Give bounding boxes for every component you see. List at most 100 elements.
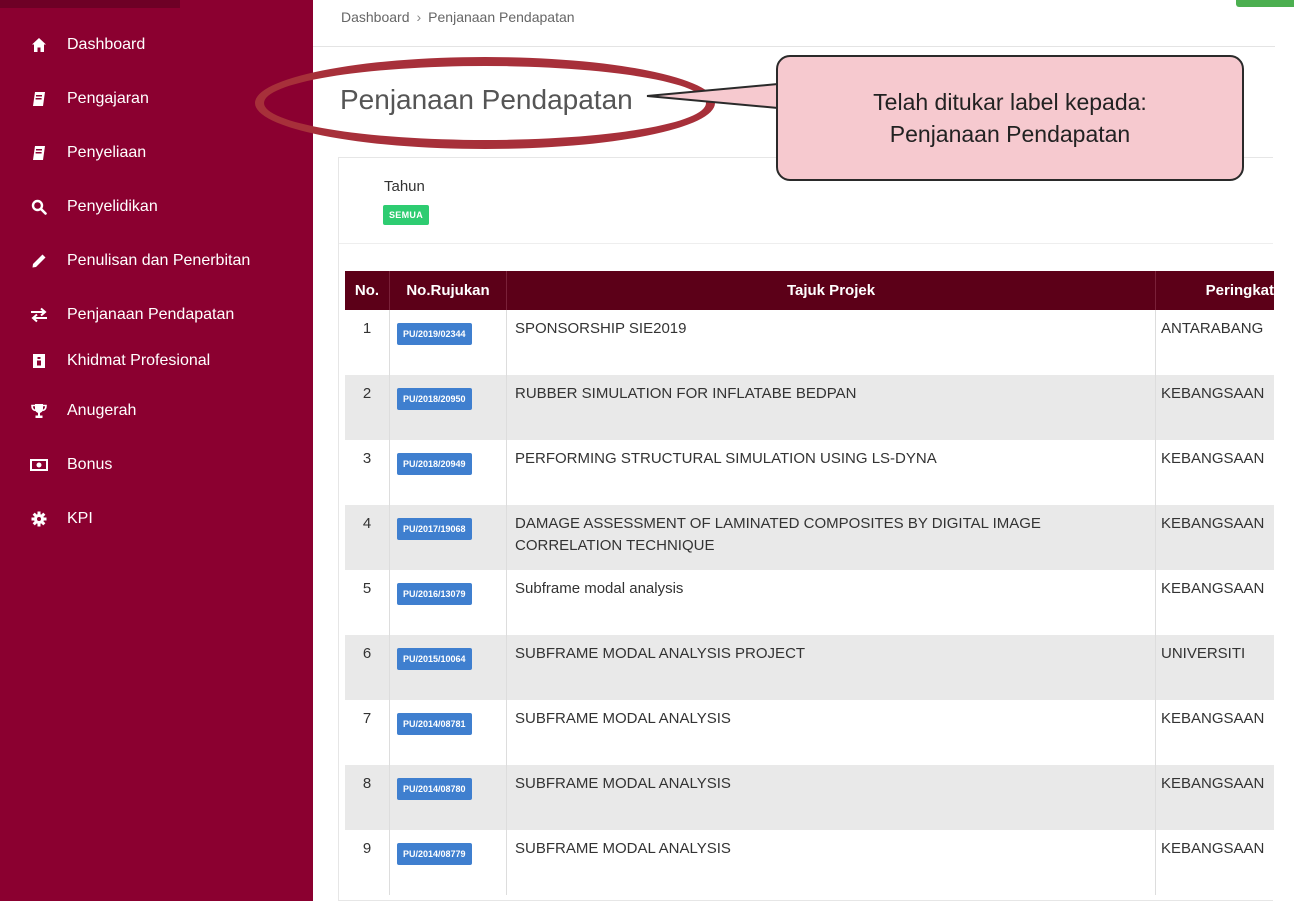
sidebar-item-penyeliaan[interactable]: Penyeliaan: [0, 126, 313, 180]
column-header-title[interactable]: Tajuk Projek: [507, 271, 1156, 310]
ref-badge[interactable]: PU/2014/08779: [397, 843, 472, 865]
sidebar-item-label: Penjanaan Pendapatan: [67, 306, 235, 323]
sidebar-item-label: Bonus: [67, 456, 113, 473]
table-row[interactable]: 2 PU/2018/20950 RUBBER SIMULATION FOR IN…: [345, 375, 1274, 440]
year-filter-badge[interactable]: SEMUA: [383, 205, 430, 225]
ref-cell: PU/2017/19068: [390, 505, 507, 570]
table-row[interactable]: 1 PU/2019/02344 SPONSORSHIP SIE2019 ANTA…: [345, 310, 1274, 375]
annotation-line-1: Telah ditukar label kepada:: [873, 89, 1147, 115]
header-divider: [313, 46, 1275, 47]
ref-badge[interactable]: PU/2019/02344: [397, 323, 472, 345]
sidebar-item-label: Penyelidikan: [67, 198, 158, 215]
ref-cell: PU/2018/20950: [390, 375, 507, 440]
project-title: SPONSORSHIP SIE2019: [507, 310, 1156, 375]
column-header-ref[interactable]: No.Rujukan: [390, 271, 507, 310]
ref-cell: PU/2016/13079: [390, 570, 507, 635]
sidebar-item-label: Khidmat Profesional: [67, 352, 211, 369]
row-number: 6: [345, 635, 390, 700]
breadcrumb: Dashboard › Penjanaan Pendapatan: [341, 9, 575, 25]
project-level: KEBANGSAAN: [1161, 710, 1265, 727]
sidebar-item-label: Penyeliaan: [67, 144, 147, 161]
project-title: Subframe modal analysis: [507, 570, 1156, 635]
row-number: 4: [345, 505, 390, 570]
sidebar-item-label: Dashboard: [67, 36, 146, 53]
breadcrumb-current: Penjanaan Pendapatan: [428, 9, 575, 25]
row-number: 9: [345, 830, 390, 895]
project-level: KEBANGSAAN: [1161, 775, 1265, 792]
sidebar-item-label: Pengajaran: [67, 90, 149, 107]
project-level: KEBANGSAAN: [1161, 840, 1265, 857]
annotation-pointer: [646, 83, 780, 109]
home-icon: [30, 36, 48, 54]
ref-cell: PU/2018/20949: [390, 440, 507, 505]
search-icon: [30, 198, 48, 216]
panel-divider: [339, 243, 1273, 244]
ref-cell: PU/2015/10064: [390, 635, 507, 700]
sidebar-header-bar: [0, 0, 180, 8]
project-title: RUBBER SIMULATION FOR INFLATABE BEDPAN: [507, 375, 1156, 440]
project-title: SUBFRAME MODAL ANALYSIS: [507, 830, 1156, 895]
pencil-icon: [30, 252, 48, 270]
row-number: 5: [345, 570, 390, 635]
sidebar-item-dashboard[interactable]: Dashboard: [0, 18, 313, 72]
ref-badge[interactable]: PU/2017/19068: [397, 518, 472, 540]
project-level: KEBANGSAAN: [1161, 385, 1265, 402]
sidebar: Dashboard Pengajaran Penyeliaan Penyelid…: [0, 0, 313, 901]
ref-badge[interactable]: PU/2016/13079: [397, 583, 472, 605]
sidebar-item-penyelidikan[interactable]: Penyelidikan: [0, 180, 313, 234]
row-number: 8: [345, 765, 390, 830]
book-icon: [30, 90, 48, 108]
trophy-icon: [30, 402, 48, 420]
id-badge-icon: [30, 352, 48, 370]
sidebar-item-penulisan[interactable]: Penulisan dan Penerbitan: [0, 234, 313, 288]
project-title: SUBFRAME MODAL ANALYSIS: [507, 700, 1156, 765]
row-number: 1: [345, 310, 390, 375]
exchange-icon: [30, 306, 48, 324]
ref-badge[interactable]: PU/2014/08780: [397, 778, 472, 800]
project-title: DAMAGE ASSESSMENT OF LAMINATED COMPOSITE…: [507, 505, 1156, 570]
ref-badge[interactable]: PU/2015/10064: [397, 648, 472, 670]
project-title: SUBFRAME MODAL ANALYSIS: [507, 765, 1156, 830]
money-icon: [30, 456, 48, 474]
table-row[interactable]: 5 PU/2016/13079 Subframe modal analysis …: [345, 570, 1274, 635]
table-row[interactable]: 4 PU/2017/19068 DAMAGE ASSESSMENT OF LAM…: [345, 505, 1274, 570]
sidebar-item-label: Penulisan dan Penerbitan: [67, 252, 251, 269]
ref-badge[interactable]: PU/2018/20950: [397, 388, 472, 410]
sidebar-item-anugerah[interactable]: Anugerah: [0, 384, 313, 438]
annotation-line-2: Penjanaan Pendapatan: [889, 121, 1131, 147]
column-header-level[interactable]: Peringkat: [1156, 271, 1274, 310]
sidebar-item-kpi[interactable]: KPI: [0, 492, 313, 546]
table-row[interactable]: 8 PU/2014/08780 SUBFRAME MODAL ANALYSIS …: [345, 765, 1274, 830]
ref-badge[interactable]: PU/2018/20949: [397, 453, 472, 475]
ref-cell: PU/2014/08781: [390, 700, 507, 765]
table-header: No. No.Rujukan Tajuk Projek Peringkat: [345, 271, 1274, 310]
project-title: PERFORMING STRUCTURAL SIMULATION USING L…: [507, 440, 1156, 505]
ref-badge[interactable]: PU/2014/08781: [397, 713, 472, 735]
project-level: KEBANGSAAN: [1161, 515, 1265, 532]
table-row[interactable]: 6 PU/2015/10064 SUBFRAME MODAL ANALYSIS …: [345, 635, 1274, 700]
book-icon: [30, 144, 48, 162]
table-row[interactable]: 7 PU/2014/08781 SUBFRAME MODAL ANALYSIS …: [345, 700, 1274, 765]
table-row[interactable]: 3 PU/2018/20949 PERFORMING STRUCTURAL SI…: [345, 440, 1274, 505]
breadcrumb-home-link[interactable]: Dashboard: [341, 9, 410, 25]
ref-cell: PU/2014/08779: [390, 830, 507, 895]
project-title: SUBFRAME MODAL ANALYSIS PROJECT: [507, 635, 1156, 700]
row-number: 2: [345, 375, 390, 440]
sidebar-item-label: KPI: [67, 510, 93, 527]
sidebar-item-khidmat-profesional[interactable]: Khidmat Profesional: [0, 334, 313, 388]
breadcrumb-separator: ›: [416, 9, 422, 25]
project-level: UNIVERSITI: [1161, 645, 1246, 662]
sidebar-item-bonus[interactable]: Bonus: [0, 438, 313, 492]
project-level: KEBANGSAAN: [1161, 450, 1265, 467]
ref-cell: PU/2014/08780: [390, 765, 507, 830]
row-number: 7: [345, 700, 390, 765]
project-level: KEBANGSAAN: [1161, 580, 1265, 597]
annotation-callout: Telah ditukar label kepada: Penjanaan Pe…: [776, 55, 1244, 181]
year-filter-label: Tahun: [384, 178, 425, 195]
project-level: ANTARABANG: [1161, 320, 1264, 337]
column-header-no[interactable]: No.: [345, 271, 390, 310]
sidebar-item-label: Anugerah: [67, 402, 137, 419]
top-action-button[interactable]: [1236, 0, 1294, 7]
gear-icon: [30, 510, 48, 528]
table-row[interactable]: 9 PU/2014/08779 SUBFRAME MODAL ANALYSIS …: [345, 830, 1274, 895]
